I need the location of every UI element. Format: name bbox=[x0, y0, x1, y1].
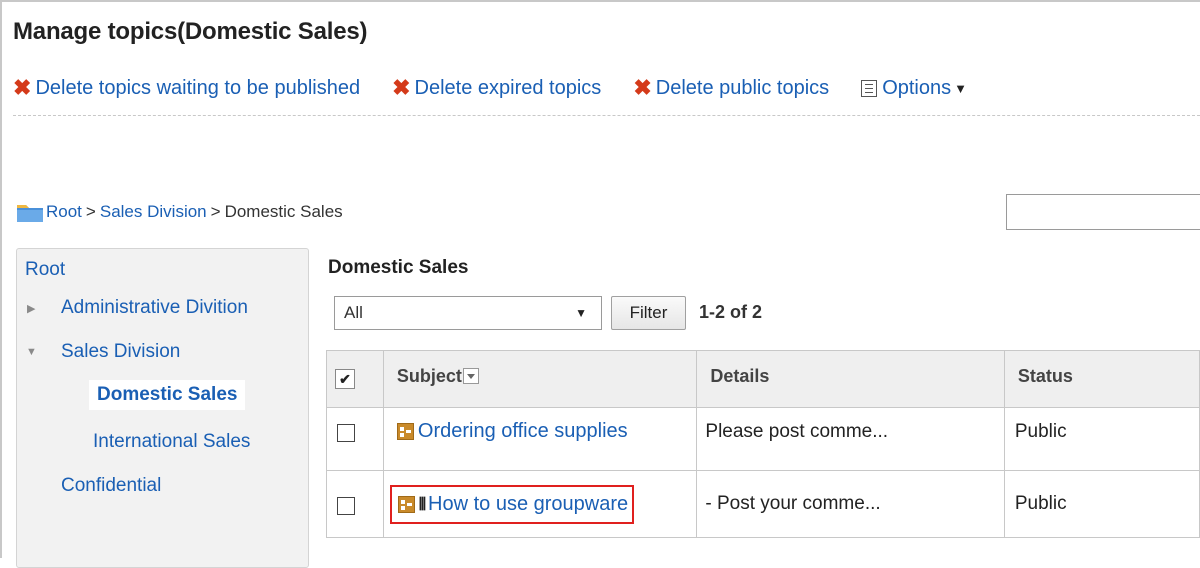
subject-header-label: Subject bbox=[396, 366, 462, 386]
topic-icon bbox=[397, 496, 415, 513]
topics-table: ✔ Subject Details Status Ordering office… bbox=[326, 350, 1200, 538]
caret-down-icon: ▼ bbox=[954, 80, 967, 96]
topic-status: Public bbox=[1014, 421, 1067, 442]
breadcrumb-separator: > bbox=[85, 202, 96, 221]
topic-subject: How to use groupware bbox=[428, 493, 629, 515]
select-all-checkbox[interactable]: ✔ bbox=[335, 369, 355, 389]
list-icon bbox=[861, 79, 878, 97]
window-top-border bbox=[0, 0, 1200, 2]
sidebar-item-administrative-divition[interactable]: Administrative Divition bbox=[61, 297, 248, 319]
x-mark-icon: ✖ bbox=[392, 75, 411, 100]
x-mark-icon: ✖ bbox=[633, 75, 652, 100]
topic-link[interactable]: Ordering office supplies bbox=[384, 408, 696, 443]
x-mark-icon: ✖ bbox=[13, 75, 32, 100]
attachment-icon: ⫴ bbox=[418, 494, 427, 514]
filter-button[interactable]: Filter bbox=[611, 296, 686, 330]
details-header-label: Details bbox=[710, 366, 770, 386]
delete-public-topics-label: Delete public topics bbox=[655, 76, 830, 99]
status-filter-select[interactable]: All ▼ bbox=[334, 296, 602, 330]
delete-waiting-topics-label: Delete topics waiting to be published bbox=[35, 76, 361, 99]
delete-public-topics-link[interactable]: ✖ Delete public topics bbox=[633, 77, 829, 100]
sort-dropdown-icon[interactable] bbox=[462, 368, 479, 384]
table-row: Ordering office supplies Please post com… bbox=[326, 407, 1200, 471]
status-header-label: Status bbox=[1017, 366, 1073, 386]
delete-expired-topics-link[interactable]: ✖ Delete expired topics bbox=[392, 77, 601, 100]
breadcrumb: Root > Sales Division > Domestic Sales bbox=[16, 201, 343, 223]
sidebar-item-confidential[interactable]: Confidential bbox=[61, 475, 161, 497]
topic-subject: Ordering office supplies bbox=[417, 420, 628, 442]
breadcrumb-current: Domestic Sales bbox=[224, 202, 343, 221]
folder-sidebar: Root ▶ Administrative Divition ▼ Sales D… bbox=[16, 248, 309, 568]
topic-status: Public bbox=[1014, 493, 1067, 514]
page-title: Manage topics(Domestic Sales) bbox=[13, 18, 368, 45]
search-input[interactable] bbox=[1006, 194, 1200, 230]
breadcrumb-separator: > bbox=[210, 202, 221, 221]
sidebar-item-domestic-sales[interactable]: Domestic Sales bbox=[89, 380, 246, 410]
topic-details: - Post your comme... bbox=[705, 493, 881, 514]
collapse-arrow-icon[interactable]: ▼ bbox=[26, 346, 37, 358]
window-left-border bbox=[0, 0, 2, 558]
section-title: Domestic Sales bbox=[328, 257, 469, 278]
sidebar-item-root[interactable]: Root bbox=[25, 259, 65, 281]
toolbar: ✖ Delete topics waiting to be published … bbox=[13, 75, 967, 101]
table-row: ⫴ How to use groupware - Post your comme… bbox=[326, 470, 1200, 538]
topic-details: Please post comme... bbox=[705, 421, 889, 442]
caret-down-icon: ▼ bbox=[575, 306, 587, 320]
delete-expired-topics-label: Delete expired topics bbox=[414, 76, 602, 99]
status-header: Status bbox=[1003, 350, 1200, 408]
sidebar-item-international-sales[interactable]: International Sales bbox=[93, 431, 250, 453]
toolbar-divider bbox=[13, 115, 1200, 116]
delete-waiting-topics-link[interactable]: ✖ Delete topics waiting to be published bbox=[13, 77, 360, 100]
topic-link-highlighted[interactable]: ⫴ How to use groupware bbox=[389, 485, 635, 524]
topic-icon bbox=[396, 423, 414, 440]
folder-icon bbox=[17, 205, 43, 222]
table-header-row: ✔ Subject Details Status bbox=[326, 350, 1200, 408]
row-checkbox[interactable] bbox=[337, 497, 355, 515]
sidebar-item-sales-division[interactable]: Sales Division bbox=[61, 341, 180, 363]
select-all-cell: ✔ bbox=[326, 350, 384, 408]
result-count: 1-2 of 2 bbox=[699, 302, 763, 322]
breadcrumb-sales-division[interactable]: Sales Division bbox=[100, 202, 207, 222]
breadcrumb-root[interactable]: Root bbox=[46, 202, 82, 222]
subject-header[interactable]: Subject bbox=[382, 350, 698, 408]
options-label: Options bbox=[882, 76, 952, 99]
filter-selected-value: All bbox=[344, 303, 363, 322]
details-header: Details bbox=[696, 350, 1005, 408]
row-checkbox[interactable] bbox=[337, 424, 355, 442]
expand-arrow-icon[interactable]: ▶ bbox=[27, 302, 35, 315]
options-menu[interactable]: Options ▼ bbox=[861, 77, 967, 100]
